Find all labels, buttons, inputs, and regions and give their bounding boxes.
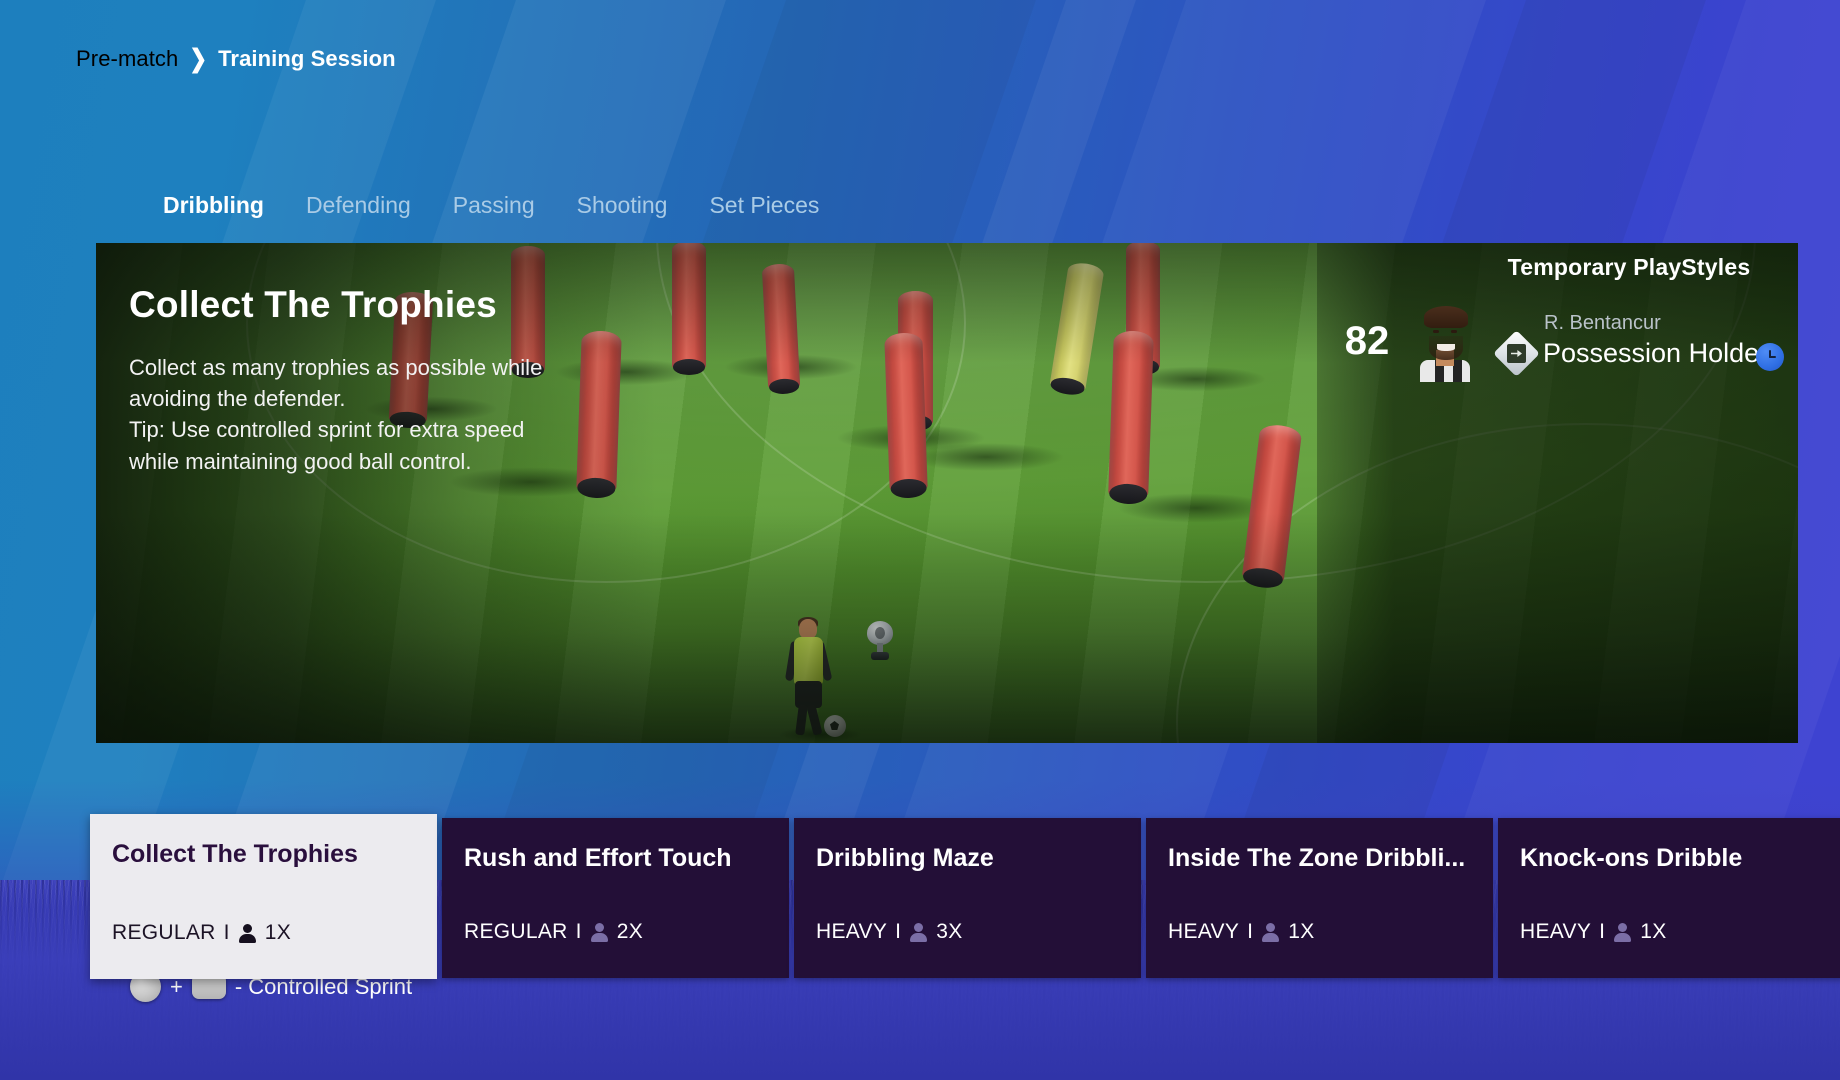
drill-card-title: Knock-ons Dribble (1520, 844, 1743, 872)
player-name: R. Bentancur (1544, 312, 1661, 334)
drill-card-title: Collect The Trophies (112, 840, 358, 868)
drill-card-inside-the-zone-dribbling[interactable]: Inside The Zone Dribbli... HEAVY I 1X (1146, 818, 1493, 978)
drill-meta-divider: I (223, 921, 230, 944)
drill-card-title: Inside The Zone Dribbli... (1168, 844, 1466, 872)
drill-player-count: 1X (264, 921, 292, 944)
drill-meta-divider: I (895, 920, 902, 943)
drill-meta-divider: I (1247, 920, 1254, 943)
drill-card-knock-ons-dribble[interactable]: Knock-ons Dribble HEAVY I 1X (1498, 818, 1840, 978)
category-tabs: Dribbling Defending Passing Shooting Set… (163, 192, 819, 219)
clock-icon (1756, 343, 1784, 371)
drill-title: Collect The Trophies (129, 284, 497, 325)
drill-intensity: HEAVY (1168, 920, 1240, 943)
drill-intensity: REGULAR (464, 920, 568, 943)
drill-meta-divider: I (575, 920, 582, 943)
drill-description-line-4: while maintaining good ball control. (129, 448, 472, 474)
person-icon (1261, 922, 1280, 942)
drill-description-line-1: Collect as many trophies as possible whi… (129, 355, 543, 380)
tab-set-pieces[interactable]: Set Pieces (709, 192, 819, 219)
drill-player-count: 3X (936, 920, 963, 943)
player-avatar-portrait (1408, 300, 1482, 382)
tab-defending[interactable]: Defending (306, 192, 411, 219)
drill-description-line-3: Tip: Use controlled sprint for extra spe… (129, 417, 525, 443)
drill-player-count: 1X (1288, 920, 1315, 943)
drill-player-count: 1X (1640, 920, 1667, 943)
playstyles-heading: Temporary PlayStyles (1507, 254, 1751, 280)
breadcrumb: Pre-match ❯ Training Session (76, 46, 396, 72)
breadcrumb-previous[interactable]: Pre-match (76, 46, 178, 72)
drill-intensity: REGULAR (112, 921, 216, 944)
tab-dribbling[interactable]: Dribbling (163, 192, 264, 219)
person-icon (1613, 922, 1632, 942)
drill-card-meta: HEAVY I 1X (1168, 920, 1471, 978)
drill-card-meta: REGULAR I 1X (112, 921, 415, 979)
drill-card-title: Dribbling Maze (816, 844, 994, 872)
person-icon (590, 922, 609, 942)
drill-intensity: HEAVY (1520, 920, 1592, 943)
drill-intensity: HEAVY (816, 920, 888, 943)
playstyle-name: Possession Holder (1543, 338, 1769, 368)
drill-description-line-2: avoiding the defender. (129, 386, 346, 412)
drill-player-count: 2X (616, 920, 644, 943)
tab-passing[interactable]: Passing (453, 192, 535, 219)
drill-card-meta: HEAVY I 1X (1520, 920, 1823, 978)
possession-holder-diamond-icon (1493, 330, 1540, 377)
drill-card-collect-the-trophies[interactable]: Collect The Trophies REGULAR I 1X (90, 814, 437, 979)
drill-card-list: Collect The Trophies REGULAR I 1X Rush a… (90, 814, 1840, 979)
drill-info: Collect The Trophies Collect as many tro… (129, 284, 599, 477)
person-icon (909, 922, 928, 942)
playstyle-entry[interactable]: 82 R. Bentancur Possession Holder (1330, 300, 1768, 382)
drill-card-rush-and-effort-touch[interactable]: Rush and Effort Touch REGULAR I 2X (442, 818, 789, 978)
drill-card-title: Rush and Effort Touch (464, 844, 732, 872)
drill-card-meta: REGULAR I 2X (464, 920, 767, 978)
drill-card-meta: HEAVY I 3X (816, 920, 1119, 978)
player-rating: 82 (1344, 319, 1390, 363)
breadcrumb-current: Training Session (218, 46, 396, 71)
drill-card-dribbling-maze[interactable]: Dribbling Maze HEAVY I 3X (794, 818, 1141, 978)
drill-meta-divider: I (1599, 920, 1606, 943)
person-icon (238, 923, 257, 943)
tab-shooting[interactable]: Shooting (577, 192, 668, 219)
chevron-right-icon: ❯ (189, 45, 208, 73)
